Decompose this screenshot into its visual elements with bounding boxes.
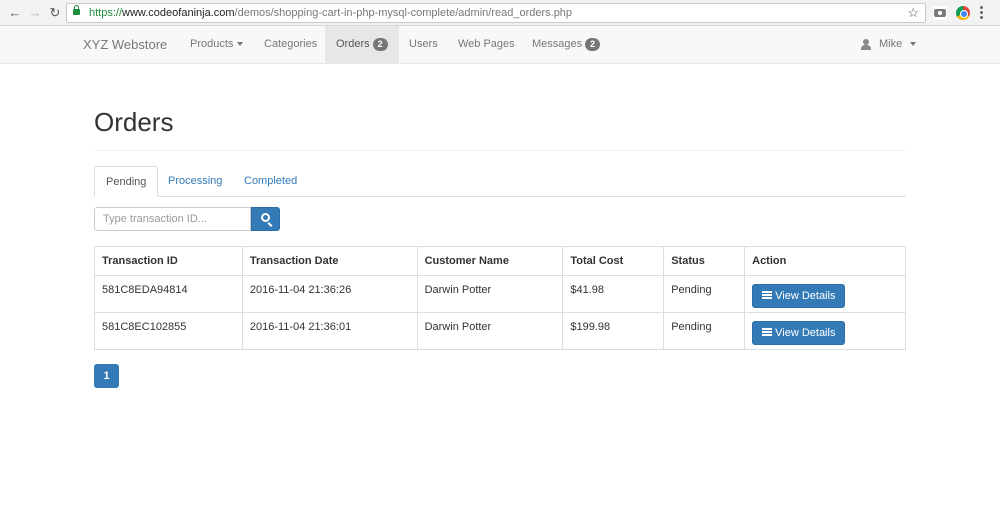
page-title: Orders — [94, 107, 174, 137]
order-status-tabs: Pending Processing Completed — [94, 166, 906, 197]
forward-arrow-icon[interactable]: → — [26, 4, 44, 22]
browser-toolbar: ← → ↻ https://www.codeofaninja.com/demos… — [0, 0, 1000, 26]
nav-orders-label: Orders — [336, 38, 370, 50]
nav-users[interactable]: Users — [397, 26, 450, 63]
address-bar[interactable]: https://www.codeofaninja.com/demos/shopp… — [66, 3, 926, 23]
caret-down-icon — [237, 42, 244, 47]
star-icon[interactable]: ☆ — [907, 5, 919, 21]
search-icon — [261, 213, 270, 222]
caret-down-icon — [910, 42, 917, 47]
url-scheme: https:// — [89, 7, 123, 19]
brand-link[interactable]: XYZ Webstore — [83, 37, 167, 52]
cell-action: View Details — [744, 312, 906, 350]
view-details-button[interactable]: View Details — [752, 284, 846, 308]
nav-categories[interactable]: Categories — [252, 26, 329, 63]
header-total-cost: Total Cost — [562, 246, 665, 276]
url-host: www.codeofaninja.com — [122, 7, 235, 19]
url-path: /demos/shopping-cart-in-php-mysql-comple… — [234, 7, 573, 19]
cell-total-cost: $199.98 — [562, 312, 665, 350]
table-row: 581C8EC102855 2016-11-04 21:36:01 Darwin… — [94, 312, 906, 350]
reload-icon[interactable]: ↻ — [46, 4, 64, 22]
header-customer-name: Customer Name — [416, 246, 564, 276]
table-row: 581C8EDA94814 2016-11-04 21:36:26 Darwin… — [94, 275, 906, 313]
cell-action: View Details — [744, 275, 906, 313]
tab-processing[interactable]: Processing — [157, 166, 233, 197]
cell-customer-name: Darwin Potter — [416, 275, 564, 313]
menu-icon[interactable] — [980, 6, 984, 20]
nav-categories-label: Categories — [264, 38, 318, 50]
messages-count-badge: 2 — [585, 37, 601, 51]
divider — [94, 150, 906, 151]
nav-messages[interactable]: Messages 2 — [520, 26, 612, 63]
cell-status: Pending — [663, 275, 746, 313]
nav-products[interactable]: Products — [178, 26, 255, 63]
nav-users-label: Users — [409, 38, 438, 50]
header-transaction-id: Transaction ID — [94, 246, 243, 276]
cell-transaction-date: 2016-11-04 21:36:26 — [241, 275, 418, 313]
cell-total-cost: $41.98 — [562, 275, 665, 313]
back-arrow-icon[interactable]: ← — [6, 4, 24, 22]
cell-transaction-date: 2016-11-04 21:36:01 — [241, 312, 418, 350]
search-input[interactable] — [94, 207, 251, 231]
tab-pending[interactable]: Pending — [94, 166, 159, 197]
orders-table: Transaction ID Transaction Date Customer… — [94, 246, 906, 350]
chrome-extension-icon[interactable] — [956, 6, 970, 20]
page-1-button[interactable]: 1 — [94, 364, 119, 388]
user-name: Mike — [879, 38, 903, 50]
search-button[interactable] — [251, 207, 280, 231]
cell-transaction-id: 581C8EC102855 — [94, 312, 243, 350]
nav-orders[interactable]: Orders 2 — [325, 26, 399, 63]
top-navbar: XYZ Webstore Products Categories Orders 2… — [0, 26, 1000, 64]
user-icon — [861, 38, 871, 50]
orders-count-badge: 2 — [372, 37, 388, 51]
header-status: Status — [663, 246, 746, 276]
tab-completed[interactable]: Completed — [233, 166, 308, 197]
header-action: Action — [744, 246, 906, 276]
table-header-row: Transaction ID Transaction Date Customer… — [94, 246, 906, 276]
transaction-search — [94, 207, 280, 231]
header-transaction-date: Transaction Date — [241, 246, 418, 276]
nav-messages-label: Messages — [532, 38, 583, 50]
user-menu[interactable]: Mike — [849, 26, 928, 63]
cell-customer-name: Darwin Potter — [416, 312, 564, 350]
cell-transaction-id: 581C8EDA94814 — [94, 275, 243, 313]
nav-products-label: Products — [190, 38, 234, 50]
lock-icon — [73, 5, 80, 17]
view-details-label: View Details — [775, 290, 836, 302]
view-details-label: View Details — [775, 327, 836, 339]
list-icon — [762, 328, 773, 337]
cell-status: Pending — [663, 312, 746, 350]
url-text: https://www.codeofaninja.com/demos/shopp… — [89, 7, 572, 19]
camera-icon[interactable] — [933, 6, 947, 20]
list-icon — [762, 291, 773, 300]
nav-web-pages-label: Web Pages — [458, 38, 515, 50]
view-details-button[interactable]: View Details — [752, 321, 846, 345]
nav-web-pages[interactable]: Web Pages — [446, 26, 527, 63]
